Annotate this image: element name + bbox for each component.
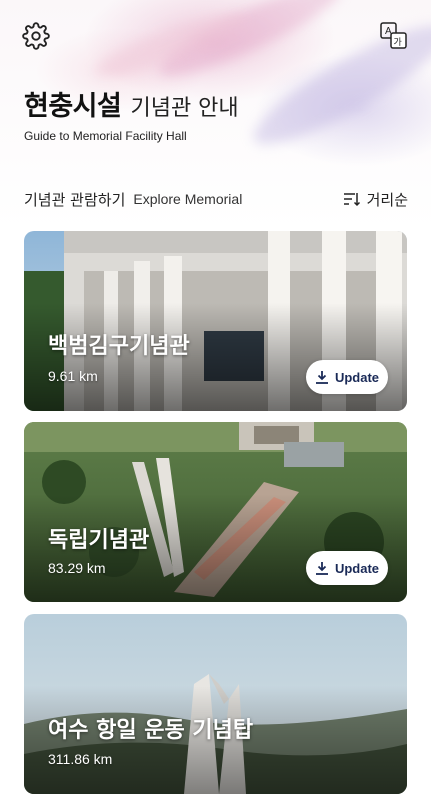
memorial-card[interactable]: 독립기념관 83.29 km Update — [24, 422, 407, 602]
update-label: Update — [334, 369, 380, 385]
memorial-distance: 311.86 km — [48, 751, 113, 767]
section-title-en: Explore Memorial — [133, 191, 243, 207]
title-english: Guide to Memorial Facility Hall — [24, 129, 187, 143]
section-title-ko: 기념관 관람하기 — [24, 190, 126, 209]
sort-icon — [343, 193, 360, 207]
section-header: 기념관 관람하기 Explore Memorial 거리순 — [24, 186, 408, 212]
gear-icon[interactable] — [20, 20, 52, 52]
update-button[interactable]: Update — [306, 360, 388, 394]
translate-icon[interactable]: A 가 — [378, 20, 410, 52]
translate-icon-letter-ga: 가 — [394, 37, 402, 48]
memorial-card[interactable]: 여수 항일 운동 기념탑 311.86 km — [24, 614, 407, 794]
download-icon — [315, 562, 328, 575]
memorial-photo — [24, 614, 407, 794]
sort-button[interactable]: 거리순 — [343, 189, 408, 210]
memorial-name: 백범김구기념관 — [48, 334, 190, 359]
top-bar: A 가 — [0, 0, 431, 72]
memorial-name: 독립기념관 — [48, 528, 150, 553]
update-label: Update — [334, 560, 380, 576]
memorial-distance: 83.29 km — [48, 560, 106, 576]
download-icon — [315, 371, 328, 384]
title-main: 현충시설 — [24, 91, 122, 122]
update-button[interactable]: Update — [306, 551, 388, 585]
title-sub: 기념관 안내 — [130, 96, 239, 121]
memorial-distance: 9.61 km — [48, 368, 98, 384]
translate-icon-letter-a: A — [385, 26, 392, 37]
memorial-card[interactable]: 백범김구기념관 9.61 km Update — [24, 231, 407, 411]
memorial-name: 여수 항일 운동 기념탑 — [48, 718, 254, 743]
page-title: 현충시설 기념관 안내 Guide to Memorial Facility H… — [24, 84, 239, 143]
sort-label: 거리순 — [366, 190, 408, 209]
